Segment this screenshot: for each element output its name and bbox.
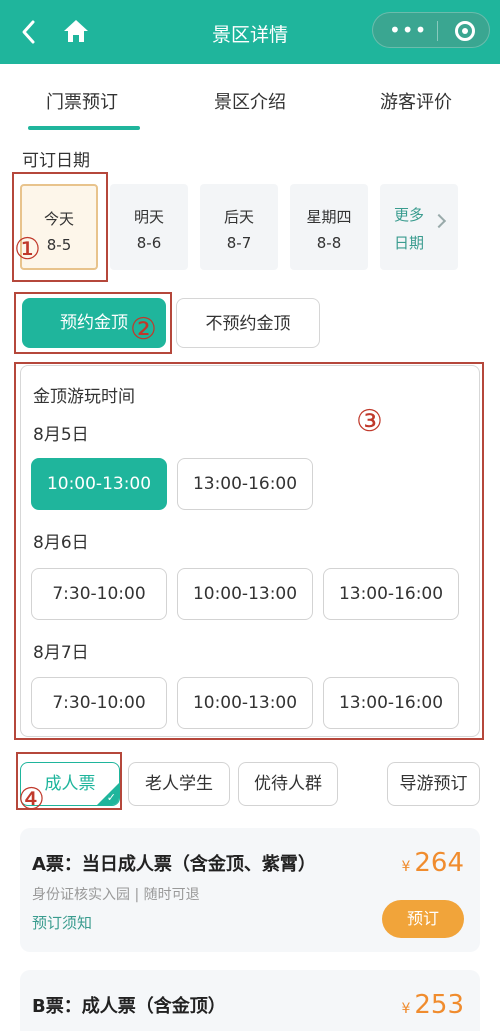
target-circle-icon[interactable]	[455, 21, 475, 41]
date-day: 后天	[223, 208, 254, 226]
book-button[interactable]: 预订	[382, 900, 464, 938]
ticket-type-guide[interactable]: 导游预订	[387, 762, 480, 806]
date-value: 8-6	[136, 234, 162, 252]
price-value: 253	[414, 990, 464, 1020]
date-day: 星期四	[306, 208, 352, 226]
chevron-right-icon	[431, 213, 447, 229]
annotation-box-3	[14, 362, 484, 740]
date-option-day-after[interactable]: 后天 8-7	[200, 184, 278, 270]
currency-symbol: ¥	[401, 859, 411, 875]
more-dates-button[interactable]: 更多 日期	[380, 184, 458, 270]
annotation-number-4: ④	[18, 782, 45, 817]
more-dates-line2: 日期	[394, 234, 425, 252]
ticket-type-senior-student[interactable]: 老人学生	[128, 762, 230, 806]
tab-visitor-reviews[interactable]: 游客评价	[380, 88, 452, 114]
ticket-type-concession[interactable]: 优待人群	[238, 762, 338, 806]
date-value: 8-7	[226, 234, 252, 252]
mini-program-capsule: •••	[372, 12, 490, 48]
active-tab-indicator	[28, 126, 140, 130]
date-day: 明天	[133, 208, 164, 226]
no-summit-button[interactable]: 不预约金顶	[176, 298, 320, 348]
date-option-tomorrow[interactable]: 明天 8-6	[110, 184, 188, 270]
ticket-conditions: 身份证核实入园 | 随时可退	[32, 887, 200, 903]
annotation-number-2: ②	[130, 312, 157, 347]
date-option-thursday[interactable]: 星期四 8-8	[290, 184, 368, 270]
ticket-card-b: B票：成人票（含金顶） ¥253	[20, 970, 480, 1031]
date-value: 8-8	[316, 234, 342, 252]
tab-bar: 门票预订 景区介绍 游客评价	[0, 64, 500, 132]
booking-notice-link[interactable]: 预订须知	[32, 912, 92, 933]
ticket-name: B票：成人票（含金顶）	[32, 996, 226, 1017]
ticket-price: ¥253	[401, 990, 464, 1020]
tab-scenic-intro[interactable]: 景区介绍	[214, 88, 286, 114]
ticket-price: ¥264	[401, 848, 464, 878]
capsule-divider	[437, 21, 438, 41]
ticket-name: A票：当日成人票（含金顶、紫霄）	[32, 854, 316, 875]
ticket-card-a: A票：当日成人票（含金顶、紫霄） 身份证核实入园 | 随时可退 预订须知 ¥26…	[20, 828, 480, 952]
more-dots-icon[interactable]: •••	[389, 20, 427, 40]
tab-ticket-booking[interactable]: 门票预订	[46, 88, 118, 114]
top-bar: 景区详情 •••	[0, 0, 500, 64]
currency-symbol: ¥	[401, 1001, 411, 1017]
price-value: 264	[414, 848, 464, 878]
annotation-number-1: ①	[14, 232, 41, 267]
available-dates-label: 可订日期	[22, 151, 90, 171]
more-dates-line1: 更多	[394, 206, 425, 224]
annotation-number-3: ③	[356, 404, 383, 439]
